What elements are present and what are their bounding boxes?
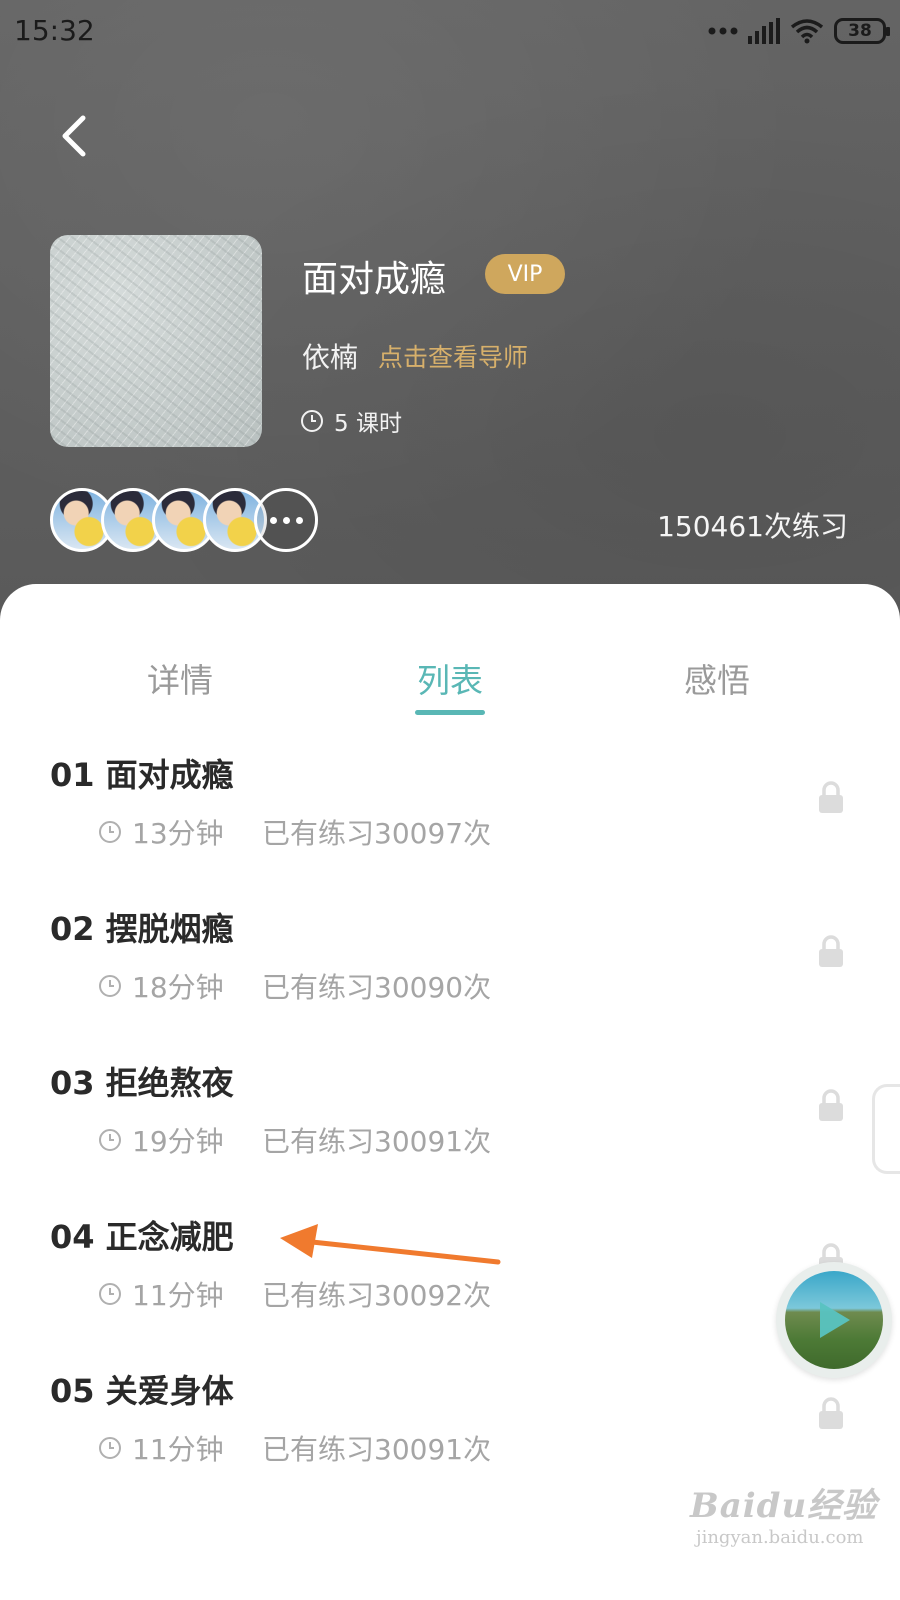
watermark-main: Baidu经验 xyxy=(690,1486,878,1526)
lesson-practice-count: 已有练习30092次 xyxy=(262,1279,492,1312)
lock-icon xyxy=(819,1397,843,1429)
lesson-item[interactable]: 02 摆脱烟瘾 18分钟 已有练习30090次 xyxy=(0,904,900,1054)
course-cover-image xyxy=(50,235,262,447)
lesson-practice-count: 已有练习30091次 xyxy=(262,1125,492,1158)
tab-details[interactable]: 详情 xyxy=(120,654,240,702)
view-teacher-link[interactable]: 点击查看导师 xyxy=(378,338,528,374)
clock-icon xyxy=(99,975,121,997)
participant-avatars[interactable] xyxy=(50,488,320,554)
lesson-title: 04 正念减肥 xyxy=(50,1218,234,1256)
lesson-duration: 11分钟 xyxy=(132,1433,224,1466)
lesson-duration: 19分钟 xyxy=(132,1125,224,1158)
lesson-count: 5 课时 xyxy=(300,404,402,438)
vip-badge: VIP xyxy=(485,254,565,294)
lesson-count-label: 5 课时 xyxy=(334,411,402,437)
play-icon xyxy=(820,1302,850,1338)
clock-icon xyxy=(301,410,323,432)
player-artwork xyxy=(785,1271,883,1369)
more-avatars-button[interactable] xyxy=(254,488,318,552)
lesson-item[interactable]: 03 拒绝熬夜 19分钟 已有练习30091次 xyxy=(0,1058,900,1208)
lesson-title: 01 面对成瘾 xyxy=(50,756,234,794)
clock-icon xyxy=(99,1129,121,1151)
lesson-meta: 11分钟 已有练习30092次 xyxy=(98,1274,491,1314)
lesson-item[interactable]: 01 面对成瘾 13分钟 已有练习30097次 xyxy=(0,750,900,900)
lesson-title: 03 拒绝熬夜 xyxy=(50,1064,234,1102)
tab-reflections[interactable]: 感悟 xyxy=(657,654,777,702)
active-tab-indicator xyxy=(415,710,485,715)
lock-icon xyxy=(819,1089,843,1121)
battery-icon: 38 xyxy=(834,18,890,44)
clock-icon xyxy=(99,1437,121,1459)
lesson-duration: 11分钟 xyxy=(132,1279,224,1312)
lesson-title: 02 摆脱烟瘾 xyxy=(50,910,234,948)
lesson-meta: 18分钟 已有练习30090次 xyxy=(98,966,491,1006)
lesson-meta: 19分钟 已有练习30091次 xyxy=(98,1120,491,1160)
battery-level: 38 xyxy=(848,21,872,41)
status-bar: 15:32 38 xyxy=(0,0,900,62)
practice-count: 150461次练习 xyxy=(657,510,848,543)
lesson-duration: 18分钟 xyxy=(132,971,224,1004)
clock-icon xyxy=(99,1283,121,1305)
back-button[interactable] xyxy=(44,106,104,166)
watermark-sub: jingyan.baidu.com xyxy=(696,1527,864,1548)
back-icon xyxy=(62,115,86,157)
lesson-meta: 13分钟 已有练习30097次 xyxy=(98,812,491,852)
lesson-practice-count: 已有练习30091次 xyxy=(262,1433,492,1466)
lesson-duration: 13分钟 xyxy=(132,817,224,850)
teacher-name: 依楠 xyxy=(302,341,359,374)
status-time: 15:32 xyxy=(14,14,95,47)
annotation-arrow-icon xyxy=(280,1224,501,1265)
lock-icon xyxy=(819,935,843,967)
wifi-icon xyxy=(790,19,824,44)
watermark-logo: Baidu经验 jingyan.baidu.com xyxy=(690,1478,877,1548)
signal-icon xyxy=(748,18,780,44)
lock-icon xyxy=(819,781,843,813)
course-title: 面对成瘾 xyxy=(302,259,447,300)
lesson-practice-count: 已有练习30097次 xyxy=(262,817,492,850)
lesson-practice-count: 已有练习30090次 xyxy=(262,971,492,1004)
clock-icon xyxy=(99,821,121,843)
lesson-title: 05 关爱身体 xyxy=(50,1372,234,1410)
side-drawer-handle[interactable] xyxy=(872,1084,900,1174)
mini-player-button[interactable] xyxy=(776,1262,892,1378)
content-panel: 详情 列表 感悟 01 面对成瘾 13分钟 已有练习30097次 02 摆脱烟瘾… xyxy=(0,584,900,1600)
status-icons: 38 xyxy=(708,14,890,48)
tab-list[interactable]: 列表 xyxy=(390,654,510,702)
more-icon xyxy=(708,27,738,35)
lesson-meta: 11分钟 已有练习30091次 xyxy=(98,1428,491,1468)
